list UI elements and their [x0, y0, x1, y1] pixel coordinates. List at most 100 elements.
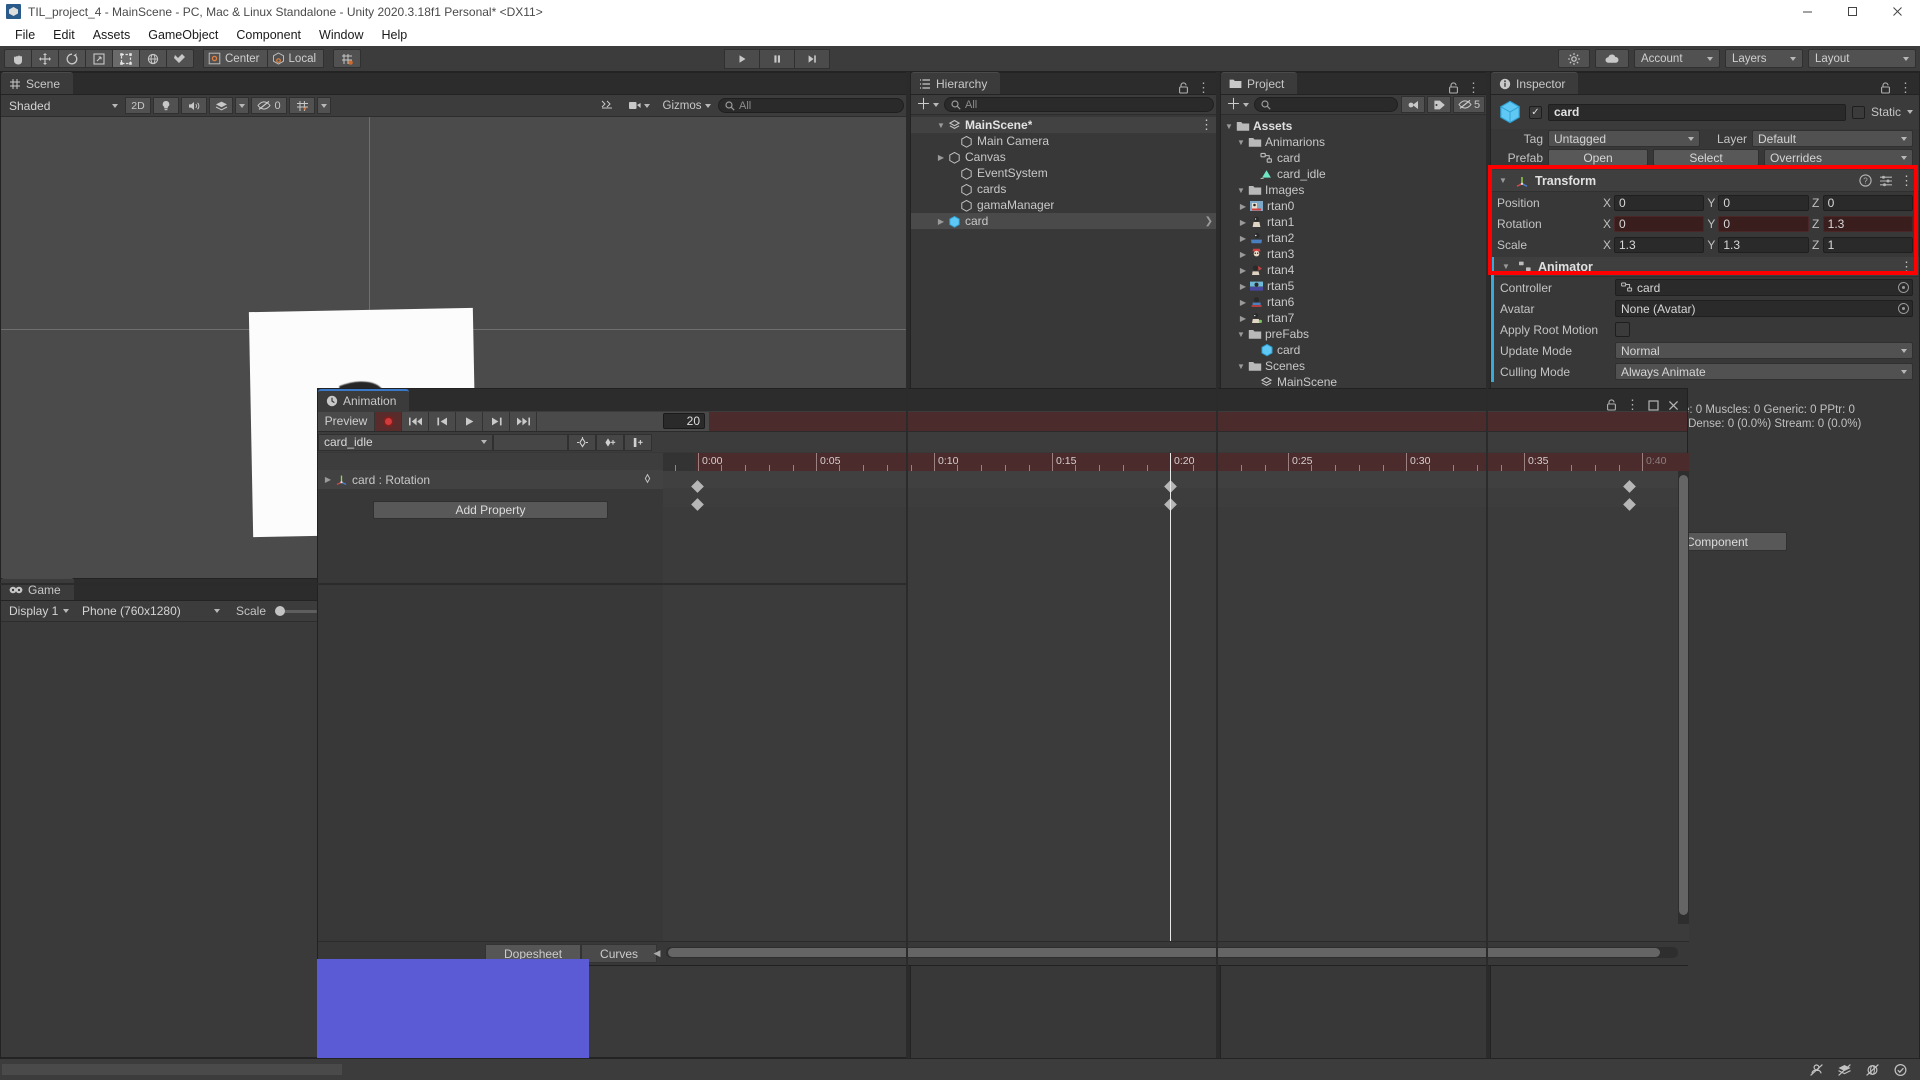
- menu-edit[interactable]: Edit: [44, 26, 84, 44]
- chevron-down-icon[interactable]: [1497, 176, 1509, 185]
- project-item-prefabs[interactable]: preFabs: [1221, 326, 1487, 342]
- apply-root-motion-checkbox[interactable]: [1615, 322, 1630, 337]
- rotation-x-field[interactable]: 0: [1614, 215, 1705, 232]
- menu-file[interactable]: File: [6, 26, 44, 44]
- chevron-right-icon[interactable]: [1237, 298, 1249, 307]
- add-event-icon[interactable]: [624, 433, 652, 451]
- prefab-select-button[interactable]: Select: [1653, 149, 1759, 166]
- menu-assets[interactable]: Assets: [84, 26, 140, 44]
- play-button[interactable]: [724, 48, 761, 69]
- favorites-icon[interactable]: [1401, 96, 1425, 113]
- hidden-objects-toggle[interactable]: 0: [251, 97, 287, 114]
- layout-dropdown[interactable]: Layout: [1807, 49, 1916, 68]
- tag-dropdown[interactable]: Untagged: [1548, 130, 1700, 147]
- minimize-button[interactable]: [1785, 0, 1830, 23]
- panel-divider[interactable]: [1486, 72, 1488, 1058]
- cloud-icon[interactable]: [1594, 49, 1629, 68]
- prefab-overrides-dropdown[interactable]: Overrides: [1764, 149, 1913, 166]
- object-picker-icon[interactable]: [1898, 282, 1909, 293]
- chevron-right-icon[interactable]: [1237, 250, 1249, 259]
- hierarchy-item-cards[interactable]: cards: [911, 181, 1217, 197]
- prefab-open-button[interactable]: Open: [1548, 149, 1648, 166]
- object-picker-icon[interactable]: [1898, 303, 1909, 314]
- hierarchy-item-main-camera[interactable]: Main Camera: [911, 133, 1217, 149]
- pivot-mode-button[interactable]: Center: [203, 49, 268, 68]
- menu-component[interactable]: Component: [227, 26, 310, 44]
- hierarchy-scene-row[interactable]: MainScene* ⋮: [911, 117, 1217, 133]
- tab-game[interactable]: Game: [1, 578, 74, 600]
- animation-timeline-ruler[interactable]: 0:00 0:05 0:10 0:15 0:20 0:25 0:30 0:35: [663, 453, 1689, 471]
- display-dropdown[interactable]: Display 1: [4, 602, 74, 620]
- object-enabled-checkbox[interactable]: ✓: [1529, 105, 1542, 119]
- project-menu-icon[interactable]: ⋮: [1467, 81, 1480, 94]
- hand-tool-button[interactable]: [4, 49, 32, 68]
- project-item-rtan7[interactable]: rtan7: [1221, 310, 1487, 326]
- chevron-right-icon[interactable]: [935, 217, 947, 226]
- animation-menu-icon[interactable]: ⋮: [1626, 398, 1639, 411]
- scale-slider[interactable]: [275, 606, 318, 616]
- project-item-rtan0[interactable]: rtan0: [1221, 198, 1487, 214]
- shading-mode-dropdown[interactable]: Shaded: [4, 97, 122, 114]
- gizmos-dropdown[interactable]: Gizmos: [658, 97, 716, 114]
- chevron-right-icon[interactable]: [935, 153, 947, 162]
- play-button[interactable]: [456, 411, 483, 431]
- layers-dropdown[interactable]: Layers: [1724, 49, 1803, 68]
- add-property-button[interactable]: Add Property: [373, 501, 608, 519]
- lock-icon[interactable]: [1178, 82, 1189, 94]
- 2d-toggle-button[interactable]: 2D: [125, 97, 151, 114]
- resolution-dropdown[interactable]: Phone (760x1280): [77, 602, 225, 620]
- chevron-right-icon[interactable]: ❯: [1205, 216, 1213, 227]
- tab-inspector[interactable]: Inspector: [1491, 72, 1579, 94]
- hierarchy-menu-icon[interactable]: ⋮: [1197, 81, 1210, 94]
- project-search-input[interactable]: [1254, 97, 1398, 112]
- chevron-down-icon[interactable]: [1223, 122, 1235, 131]
- fx-icon[interactable]: [209, 97, 233, 114]
- close-button[interactable]: [1875, 0, 1920, 23]
- grid-icon[interactable]: [289, 97, 315, 114]
- chevron-right-icon[interactable]: [322, 475, 334, 484]
- prev-keyframe-button[interactable]: [429, 411, 456, 431]
- dopesheet-vertical-scrollbar[interactable]: [1678, 471, 1689, 924]
- rotate-tool-button[interactable]: [58, 49, 86, 68]
- move-tool-button[interactable]: [31, 49, 59, 68]
- hidden-assets-toggle[interactable]: 5: [1453, 96, 1485, 113]
- clip-dropdown[interactable]: card_idle: [318, 433, 493, 451]
- object-name-field[interactable]: card: [1548, 103, 1846, 121]
- scene-search-input[interactable]: All: [718, 98, 904, 113]
- panel-divider[interactable]: [906, 72, 908, 1058]
- chevron-down-icon[interactable]: [1907, 110, 1913, 114]
- account-dropdown[interactable]: Account: [1633, 49, 1720, 68]
- project-item-rtan3[interactable]: rtan3: [1221, 246, 1487, 262]
- pause-button[interactable]: [759, 48, 796, 69]
- scrollbar-thumb[interactable]: [1679, 475, 1688, 915]
- tab-scene[interactable]: Scene: [1, 72, 74, 94]
- clip-samples-field[interactable]: [493, 433, 568, 451]
- hierarchy-item-eventsystem[interactable]: EventSystem: [911, 165, 1217, 181]
- transform-menu-icon[interactable]: ⋮: [1900, 174, 1913, 187]
- scene-toolbar-effects-icon[interactable]: [594, 97, 620, 114]
- scene-camera-icon[interactable]: [622, 97, 656, 114]
- audio-icon[interactable]: [181, 97, 207, 114]
- rect-tool-button[interactable]: [112, 49, 140, 68]
- step-button[interactable]: [794, 48, 831, 69]
- maximize-icon[interactable]: [1648, 399, 1659, 411]
- hierarchy-add-button[interactable]: ＋: [914, 97, 941, 112]
- project-item-scenes[interactable]: Scenes: [1221, 358, 1487, 374]
- position-z-field[interactable]: 0: [1822, 194, 1913, 211]
- project-item-images[interactable]: Images: [1221, 182, 1487, 198]
- chevron-down-icon[interactable]: [935, 121, 947, 130]
- grid-snap-button[interactable]: [333, 49, 362, 68]
- tab-animation[interactable]: Animation: [318, 389, 410, 411]
- animator-menu-icon[interactable]: ⋮: [1900, 259, 1913, 274]
- fx-dropdown-button[interactable]: [235, 97, 249, 114]
- chevron-right-icon[interactable]: [1237, 218, 1249, 227]
- hierarchy-item-gamamanager[interactable]: gamaManager: [911, 197, 1217, 213]
- rotation-z-field[interactable]: 1.3: [1822, 215, 1913, 232]
- project-item-rtan6[interactable]: rtan6: [1221, 294, 1487, 310]
- panel-divider[interactable]: [0, 583, 908, 585]
- controller-object-field[interactable]: card: [1615, 279, 1913, 296]
- services-icon[interactable]: [1557, 49, 1590, 68]
- current-frame-field[interactable]: 20: [663, 413, 705, 429]
- menu-window[interactable]: Window: [310, 26, 372, 44]
- project-item-animarions[interactable]: Animarions: [1221, 134, 1487, 150]
